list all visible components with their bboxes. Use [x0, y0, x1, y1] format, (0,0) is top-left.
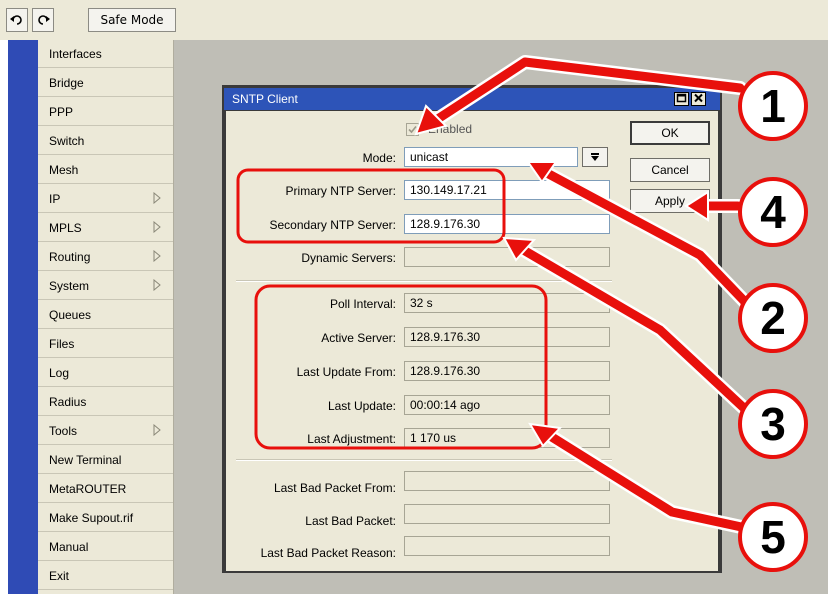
menu-item-label: New Terminal	[49, 452, 122, 467]
maximize-icon	[676, 93, 687, 103]
menu-item-label: Interfaces	[49, 46, 102, 61]
dynamic-servers-field	[404, 247, 610, 267]
last-update-from-label: Last Update From:	[296, 365, 396, 379]
menu-item-switch[interactable]: Switch	[38, 127, 173, 155]
menu-item-routing[interactable]: Routing	[38, 243, 173, 271]
menu-item-ip[interactable]: IP	[38, 185, 173, 213]
last-bad-packet-from-field	[404, 471, 610, 491]
secondary-ntp-input[interactable]: 128.9.176.30	[404, 214, 610, 234]
menu-item-label: Exit	[49, 568, 70, 583]
redo-icon	[38, 15, 50, 25]
menu-item-bridge[interactable]: Bridge	[38, 69, 173, 97]
submenu-arrow-icon	[153, 424, 161, 436]
menu-item-ppp[interactable]: PPP	[38, 98, 173, 126]
undo-icon	[10, 15, 22, 25]
menu-item-queues[interactable]: Queues	[38, 301, 173, 329]
menu-item-label: Manual	[49, 539, 89, 554]
mode-dropdown-button[interactable]	[582, 147, 608, 167]
mode-label: Mode:	[362, 151, 396, 165]
submenu-arrow-icon	[153, 221, 161, 233]
menu-item-label: Queues	[49, 307, 92, 322]
apply-button[interactable]: Apply	[630, 189, 710, 213]
enabled-checkbox[interactable]	[406, 123, 419, 136]
primary-ntp-label: Primary NTP Server:	[285, 184, 396, 198]
toolbar: Safe Mode	[0, 0, 828, 40]
menu-item-label: Radius	[49, 394, 87, 409]
menu-item-log[interactable]: Log	[38, 359, 173, 387]
active-server-label: Active Server:	[321, 331, 396, 345]
sidebar-bar	[8, 40, 38, 594]
menu-item-label: MetaROUTER	[49, 481, 127, 496]
submenu-arrow-icon	[153, 279, 161, 291]
menu-item-label: Make Supout.rif	[49, 510, 134, 525]
submenu-arrow-icon	[153, 192, 161, 204]
dynamic-servers-label: Dynamic Servers:	[301, 251, 396, 265]
last-update-field: 00:00:14 ago	[404, 395, 610, 415]
menu-item-label: Switch	[49, 133, 85, 148]
cancel-button[interactable]: Cancel	[630, 158, 710, 182]
dropdown-arrow-icon	[591, 153, 599, 161]
last-bad-packet-from-label: Last Bad Packet From:	[273, 481, 396, 495]
menu-item-label: Log	[49, 365, 70, 380]
last-bad-packet-reason-field	[404, 536, 610, 556]
menu-item-make-supout-rif[interactable]: Make Supout.rif	[38, 504, 173, 532]
redo-button[interactable]	[32, 8, 54, 32]
menu-item-mpls[interactable]: MPLS	[38, 214, 173, 242]
menu-item-label: PPP	[49, 104, 74, 119]
last-update-from-field: 128.9.176.30	[404, 361, 610, 381]
poll-interval-field: 32 s	[404, 293, 610, 313]
menu-item-interfaces[interactable]: Interfaces	[38, 40, 173, 68]
last-bad-packet-label: Last Bad Packet:	[305, 514, 396, 528]
menu-item-manual[interactable]: Manual	[38, 533, 173, 561]
menu-item-system[interactable]: System	[38, 272, 173, 300]
enabled-label: Enabled	[428, 122, 473, 136]
last-adjustment-field: 1 170 us	[404, 428, 610, 448]
menu-item-new-terminal[interactable]: New Terminal	[38, 446, 173, 474]
ok-button[interactable]: OK	[630, 121, 710, 145]
secondary-ntp-label: Secondary NTP Server:	[269, 218, 397, 232]
submenu-arrow-icon	[153, 250, 161, 262]
separator	[236, 459, 612, 461]
menu-item-files[interactable]: Files	[38, 330, 173, 358]
menu-item-label: Bridge	[49, 75, 84, 90]
menu-item-tools[interactable]: Tools	[38, 417, 173, 445]
undo-button[interactable]	[6, 8, 28, 32]
separator	[236, 280, 612, 282]
menu-item-exit[interactable]: Exit	[38, 562, 173, 590]
menu-item-label: MPLS	[49, 220, 82, 235]
primary-ntp-input[interactable]: 130.149.17.21	[404, 180, 610, 200]
menu-item-label: Routing	[49, 249, 91, 264]
poll-interval-label: Poll Interval:	[329, 297, 396, 311]
menu-item-mesh[interactable]: Mesh	[38, 156, 173, 184]
menu-item-metarouter[interactable]: MetaROUTER	[38, 475, 173, 503]
window-title[interactable]: SNTP Client	[224, 88, 720, 110]
check-icon	[408, 125, 417, 134]
menu-item-label: System	[49, 278, 90, 293]
last-bad-packet-reason-label: Last Bad Packet Reason:	[260, 546, 396, 560]
menu-item-label: Files	[49, 336, 75, 351]
last-bad-packet-field	[404, 504, 610, 524]
menu-item-label: IP	[49, 191, 61, 206]
menu-item-radius[interactable]: Radius	[38, 388, 173, 416]
menu-item-label: Tools	[49, 423, 78, 438]
window-controls	[674, 92, 706, 106]
mode-select[interactable]: unicast	[404, 147, 578, 167]
maximize-button[interactable]	[674, 92, 689, 106]
close-icon	[694, 93, 703, 103]
close-button[interactable]	[691, 92, 706, 106]
last-adjustment-label: Last Adjustment:	[307, 432, 396, 446]
menu-item-label: Mesh	[49, 162, 79, 177]
last-update-label: Last Update:	[327, 399, 396, 413]
safe-mode-button[interactable]: Safe Mode	[88, 8, 176, 32]
active-server-field: 128.9.176.30	[404, 327, 610, 347]
main-menu: Interfaces Bridge PPP Switch Mesh IP MPLS Routi…	[38, 40, 174, 594]
